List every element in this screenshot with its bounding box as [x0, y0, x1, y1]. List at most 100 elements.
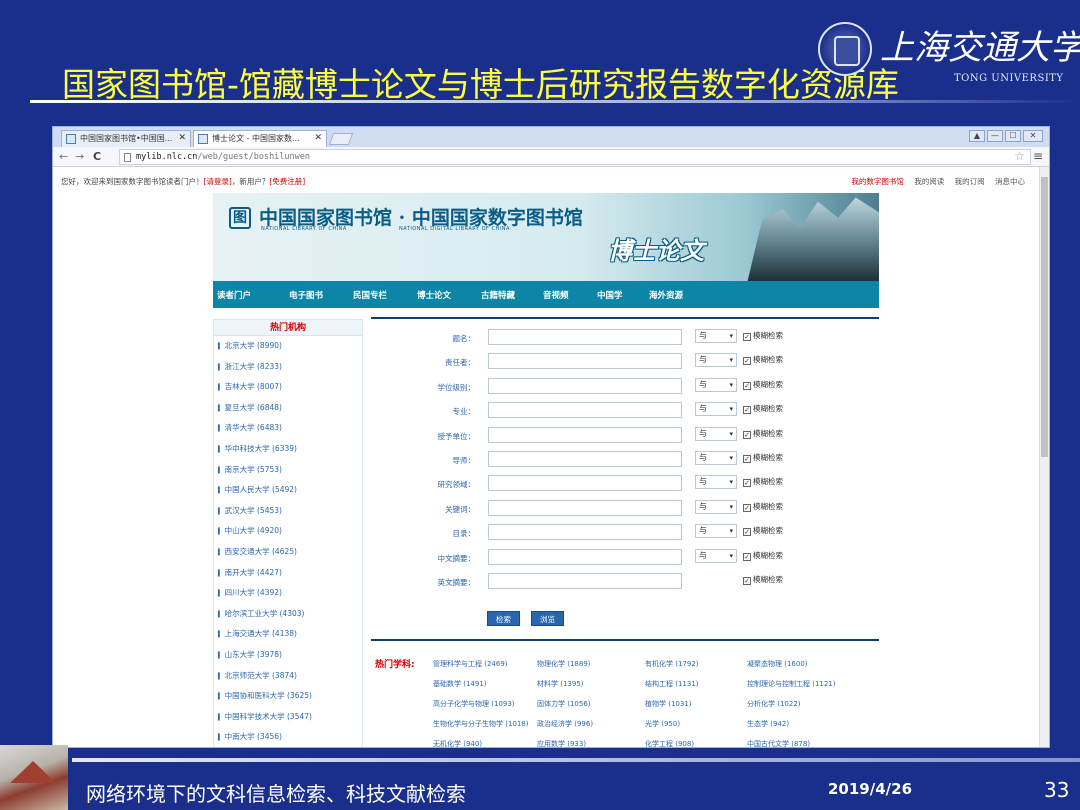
field-input[interactable] — [488, 548, 682, 565]
hot-subject-link[interactable]: 高分子化学与物理 (1093) — [433, 699, 515, 709]
hot-subject-link[interactable]: 中国古代文学 (878) — [747, 739, 810, 747]
register-link[interactable]: [免费注册] — [269, 177, 305, 186]
fuzzy-checkbox[interactable]: ✓ 模糊检索 — [743, 525, 783, 537]
menu-icon[interactable]: ≡ — [1033, 149, 1043, 163]
field-input[interactable] — [488, 524, 682, 541]
maximize-button[interactable]: ☐ — [1005, 130, 1021, 142]
login-link[interactable]: [请登录] — [204, 177, 232, 186]
link-my-library[interactable]: 我的数字图书馆 — [851, 177, 904, 186]
logic-select[interactable]: 与 — [695, 475, 737, 490]
browse-button[interactable]: 浏览 — [531, 611, 564, 626]
nav-item-theses[interactable]: 博士论文 — [417, 289, 451, 301]
link-my-reading[interactable]: 我的阅读 — [914, 177, 944, 186]
fuzzy-checkbox[interactable]: ✓ 模糊检索 — [743, 428, 783, 439]
hot-subject-link[interactable]: 光学 (950) — [645, 719, 680, 729]
institution-link[interactable]: 中南大学 (3456) — [214, 727, 362, 747]
nav-item-reader-portal[interactable]: 读者门户 — [217, 289, 251, 301]
hot-subject-link[interactable]: 基础数学 (1491) — [433, 679, 487, 689]
hot-subject-link[interactable]: 政治经济学 (996) — [537, 719, 593, 729]
checkbox-icon[interactable]: ✓ — [743, 406, 751, 415]
institution-link[interactable]: 南开大学 (4427) — [214, 563, 362, 584]
checkbox-icon[interactable]: ✓ — [743, 479, 751, 488]
institution-link[interactable]: 中山大学 (4920) — [214, 521, 362, 542]
field-input[interactable] — [488, 475, 682, 492]
hot-subject-link[interactable]: 植物学 (1031) — [645, 699, 692, 709]
hot-subject-link[interactable]: 材料学 (1395) — [537, 679, 584, 689]
scrollbar[interactable] — [1039, 167, 1049, 747]
logic-select[interactable]: 与 — [695, 329, 737, 343]
close-icon[interactable]: ✕ — [314, 133, 322, 143]
hot-subject-link[interactable]: 化学工程 (908) — [645, 739, 694, 747]
hot-subject-link[interactable]: 管理科学与工程 (2469) — [433, 659, 508, 669]
link-messages[interactable]: 消息中心 — [995, 177, 1025, 186]
institution-link[interactable]: 上海交通大学 (4138) — [214, 624, 362, 645]
field-input[interactable] — [488, 402, 682, 419]
logic-select[interactable]: 与 — [695, 451, 737, 465]
fuzzy-checkbox[interactable]: ✓ 模糊检索 — [743, 501, 783, 512]
checkbox-icon[interactable]: ✓ — [743, 430, 751, 439]
new-tab-button[interactable] — [328, 133, 354, 145]
logic-select[interactable]: 与 — [695, 353, 737, 368]
institution-link[interactable]: 四川大学 (4392) — [214, 583, 362, 604]
back-icon[interactable]: ← — [59, 150, 68, 163]
checkbox-icon[interactable]: ✓ — [743, 357, 751, 366]
checkbox-icon[interactable]: ✓ — [743, 333, 751, 341]
tab-nlc-home[interactable]: 中国国家图书馆•中国国... ✕ — [61, 130, 191, 147]
close-icon[interactable]: ✕ — [178, 133, 186, 143]
logic-select[interactable]: 与 — [695, 377, 737, 392]
hot-subject-link[interactable]: 结构工程 (1131) — [645, 679, 699, 689]
checkbox-icon[interactable]: ✓ — [743, 503, 751, 512]
institution-link[interactable]: 西安交通大学 (4625) — [214, 542, 362, 563]
checkbox-icon[interactable]: ✓ — [743, 552, 751, 561]
bookmark-star-icon[interactable]: ☆ — [1014, 149, 1025, 163]
field-input[interactable] — [488, 377, 682, 394]
hot-subject-link[interactable]: 控制理论与控制工程 (1121) — [747, 679, 836, 689]
institution-link[interactable]: 哈尔滨工业大学 (4303) — [214, 604, 362, 625]
window-close-button[interactable]: ✕ — [1023, 130, 1043, 142]
tab-boshilunwen[interactable]: 博士论文 - 中国国家数... ✕ — [193, 130, 327, 147]
institution-link[interactable]: 武汉大学 (5453) — [214, 501, 362, 522]
institution-link[interactable]: 北京师范大学 (3874) — [214, 666, 362, 687]
fuzzy-checkbox[interactable]: ✓ 模糊检索 — [743, 550, 783, 561]
nav-item-ebooks[interactable]: 电子图书 — [289, 289, 323, 301]
fuzzy-checkbox[interactable]: ✓ 模糊检索 — [743, 330, 783, 341]
nav-item-audio-video[interactable]: 音视频 — [543, 289, 569, 301]
fuzzy-checkbox[interactable]: ✓ 模糊检索 — [743, 574, 783, 585]
minimize-button[interactable]: — — [987, 130, 1003, 142]
url-field[interactable]: mylib.nlc.cn/web/guest/boshilunwen — [119, 149, 1031, 165]
institution-link[interactable]: 复旦大学 (6848) — [214, 398, 362, 419]
nav-item-overseas[interactable]: 海外资源 — [649, 289, 683, 301]
fuzzy-checkbox[interactable]: ✓ 模糊检索 — [743, 476, 783, 488]
search-button[interactable]: 检索 — [487, 611, 520, 626]
field-input[interactable] — [488, 426, 682, 443]
fuzzy-checkbox[interactable]: ✓ 模糊检索 — [743, 452, 783, 463]
institution-link[interactable]: 山东大学 (3978) — [214, 645, 362, 666]
link-my-subscriptions[interactable]: 我的订阅 — [955, 177, 985, 186]
field-input[interactable] — [488, 573, 682, 589]
institution-link[interactable]: 南京大学 (5753) — [214, 460, 362, 481]
hot-subject-link[interactable]: 生态学 (942) — [747, 719, 789, 729]
fuzzy-checkbox[interactable]: ✓ 模糊检索 — [743, 354, 783, 366]
hot-subject-link[interactable]: 物理化学 (1889) — [537, 659, 591, 669]
nav-item-republic[interactable]: 民国专栏 — [353, 289, 387, 301]
scroll-thumb[interactable] — [1041, 177, 1048, 457]
field-input[interactable] — [488, 451, 682, 467]
nav-item-ancient-books[interactable]: 古籍特藏 — [481, 289, 515, 301]
institution-link[interactable]: 中国协和医科大学 (3625) — [214, 686, 362, 707]
field-input[interactable] — [488, 329, 682, 345]
fuzzy-checkbox[interactable]: ✓ 模糊检索 — [743, 403, 783, 415]
hot-subject-link[interactable]: 固体力学 (1056) — [537, 699, 591, 709]
nav-item-sinology[interactable]: 中国学 — [597, 289, 623, 301]
hot-subject-link[interactable]: 生物化学与分子生物学 (1018) — [433, 719, 529, 729]
logic-select[interactable]: 与 — [695, 426, 737, 441]
institution-link[interactable]: 清华大学 (6483) — [214, 418, 362, 439]
logic-select[interactable]: 与 — [695, 499, 737, 514]
field-input[interactable] — [488, 353, 682, 370]
hot-subject-link[interactable]: 有机化学 (1792) — [645, 659, 699, 669]
checkbox-icon[interactable]: ✓ — [743, 528, 751, 537]
hot-subject-link[interactable]: 分析化学 (1022) — [747, 699, 801, 709]
hot-subject-link[interactable]: 应用数学 (933) — [537, 739, 586, 747]
institution-link[interactable]: 北京大学 (8990) — [214, 336, 362, 357]
institution-link[interactable]: 浙江大学 (8233) — [214, 357, 362, 378]
checkbox-icon[interactable]: ✓ — [743, 381, 751, 390]
